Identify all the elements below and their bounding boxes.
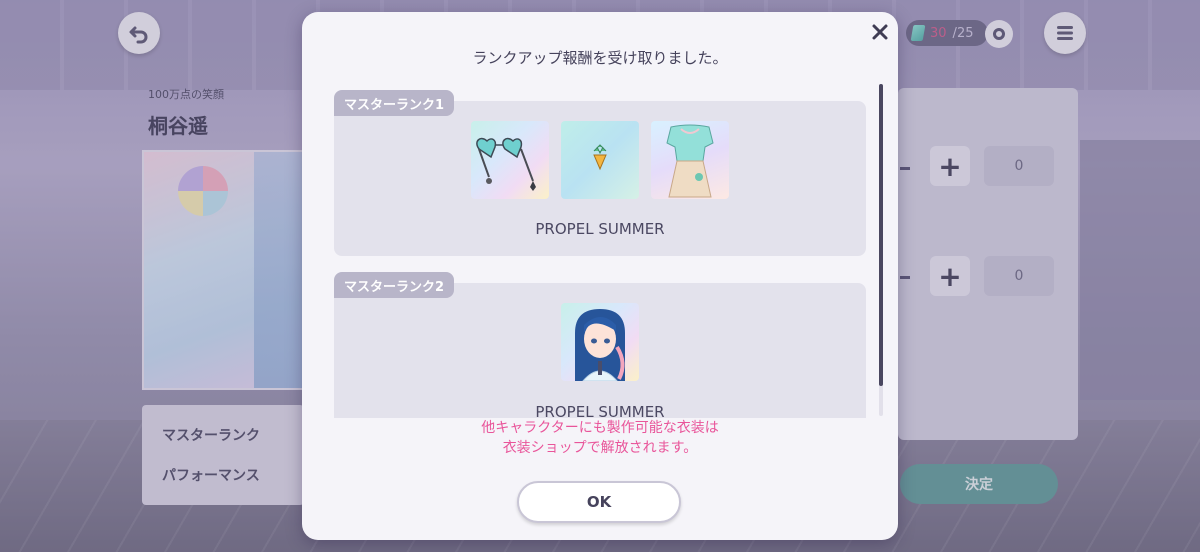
dialog-title: ランクアップ報酬を受け取りました。: [472, 49, 728, 67]
summer-outfit-icon[interactable]: [651, 121, 729, 199]
scrollbar-thumb[interactable]: [879, 84, 883, 386]
costume-shop-note: 他キャラクターにも製作可能な衣装は 衣装ショップで解放されます。: [302, 418, 898, 458]
reward-name: PROPEL SUMMER: [535, 403, 665, 418]
rank-label-tab: マスターランク2: [334, 272, 455, 298]
ok-button[interactable]: OK: [517, 481, 681, 523]
reward-card: マスターランク1 PROPEL SUMMER: [334, 90, 866, 256]
rank-up-reward-dialog: ランクアップ報酬を受け取りました。 マスターランク1 PROPEL SUMMER…: [302, 12, 898, 540]
reward-name: PROPEL SUMMER: [535, 220, 665, 238]
rank-label-tab: マスターランク1: [334, 90, 455, 116]
reward-card: マスターランク2 PROPEL SUMMER: [334, 272, 866, 418]
character-portrait-icon[interactable]: [561, 303, 639, 381]
heart-sunglasses-icon[interactable]: [471, 121, 549, 199]
close-button[interactable]: [868, 20, 892, 44]
reward-items: [334, 303, 866, 381]
close-icon: [872, 24, 888, 40]
note-line-1: 他キャラクターにも製作可能な衣装は: [481, 420, 719, 436]
gem-charm-icon[interactable]: [561, 121, 639, 199]
reward-list[interactable]: マスターランク1 PROPEL SUMMER マスターランク2 PROPEL S…: [334, 88, 868, 418]
note-line-2: 衣装ショップで解放されます。: [502, 440, 698, 456]
reward-items: [334, 121, 866, 199]
